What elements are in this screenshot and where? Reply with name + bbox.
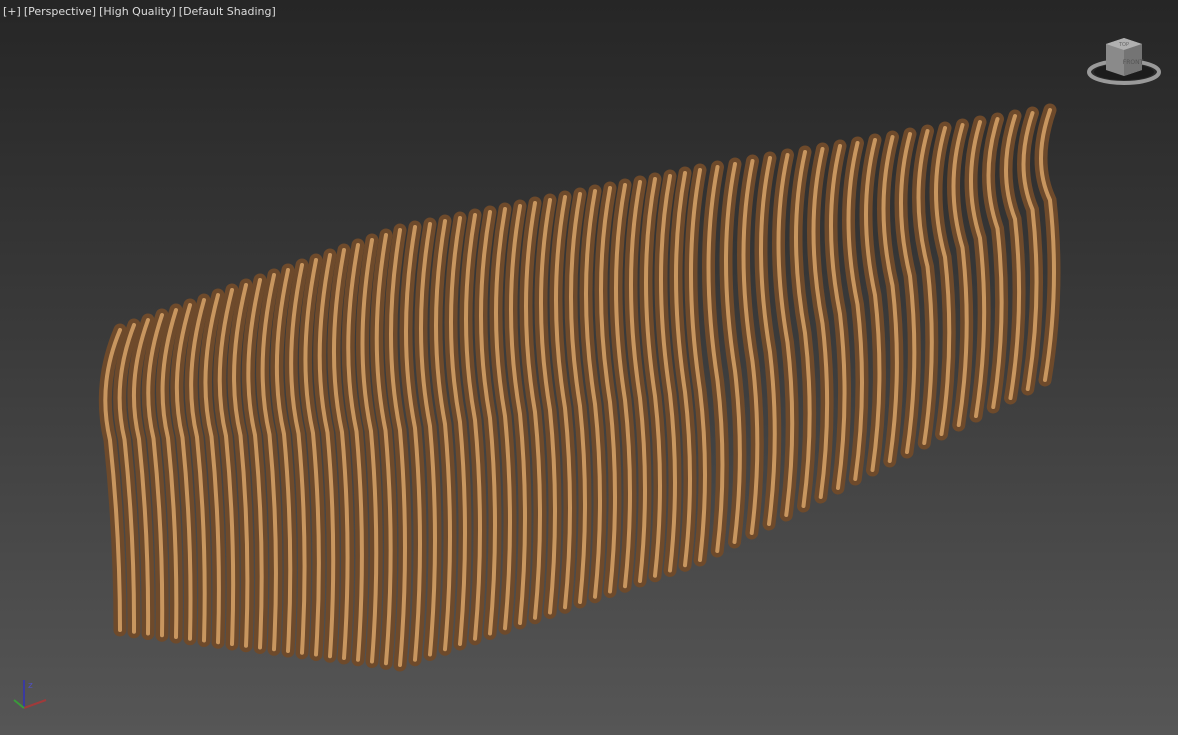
viewcube-top-label: TOP <box>1118 42 1129 48</box>
axis-gizmo-icon: z <box>13 680 47 709</box>
viewcube-icon[interactable]: TOP FRONT <box>1086 30 1162 90</box>
parametric-bench-model[interactable] <box>98 103 1061 672</box>
viewcube-front-label: FRONT <box>1123 59 1144 66</box>
viewport-3d-scene[interactable] <box>0 0 1178 735</box>
axis-z-label: z <box>28 681 33 691</box>
